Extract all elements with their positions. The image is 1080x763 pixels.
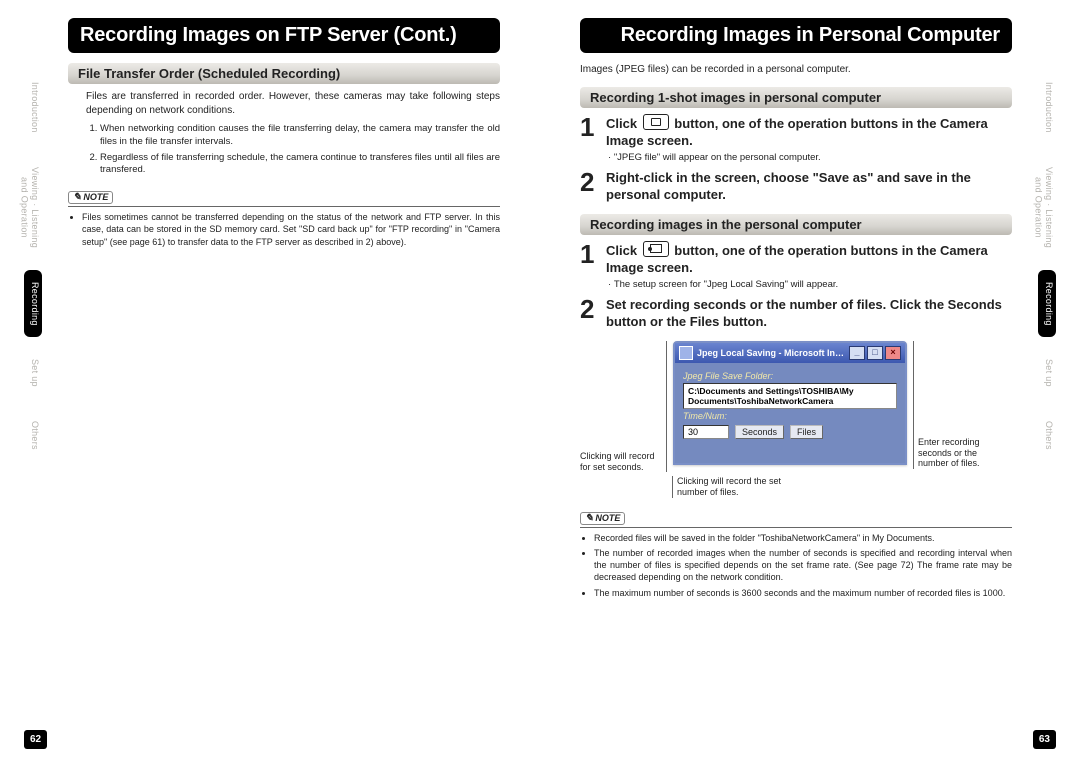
left-intro: Files are transferred in recorded order.…: [86, 90, 500, 117]
left-note-bullet: Files sometimes cannot be transferred de…: [82, 211, 500, 247]
note-block-left: NOTE Files sometimes cannot be transferr…: [68, 191, 500, 247]
tab-recording-r[interactable]: Recording: [1038, 270, 1056, 338]
tab-introduction[interactable]: Introduction: [24, 70, 42, 145]
record-icon: [643, 241, 669, 257]
stepA1-text-a: Click: [606, 116, 641, 131]
page-number-right: 63: [1033, 730, 1056, 749]
tab-others[interactable]: Others: [24, 409, 42, 462]
page-right: Introduction Viewing · Listeningand Oper…: [540, 0, 1080, 763]
side-tabs-right: Introduction Viewing · Listeningand Oper…: [1038, 70, 1056, 710]
stepB1: 1 Click button, one of the operation but…: [580, 241, 1012, 277]
right-note-3: The maximum number of seconds is 3600 se…: [594, 587, 1012, 599]
dialog-app-icon: [679, 346, 693, 360]
left-ordered-notes: When networking condition causes the fil…: [86, 123, 500, 177]
tab-recording[interactable]: Recording: [24, 270, 42, 338]
page-number-left: 62: [24, 730, 47, 749]
stepA1-sub: "JPEG file" will appear on the personal …: [608, 152, 1012, 163]
tab-viewing-r-line1: Viewing · Listening: [1044, 167, 1054, 248]
dialog-figure: Clicking will record for set seconds. Jp…: [580, 341, 1012, 473]
tab-viewing-line2: and Operation: [20, 177, 30, 238]
note-label-left: NOTE: [68, 191, 113, 204]
camera-icon: [643, 114, 669, 130]
note-block-right: NOTE Recorded files will be saved in the…: [580, 512, 1012, 599]
jpeg-local-saving-dialog: Jpeg Local Saving - Microsoft In… _ □ × …: [673, 341, 907, 465]
stepB2-num: 2: [580, 296, 606, 331]
tab-others-r[interactable]: Others: [1038, 409, 1056, 462]
left-note-2: Regardless of file transferring schedule…: [100, 152, 500, 178]
window-maximize-button[interactable]: □: [867, 346, 883, 360]
section-recording-pc: Recording images in the personal compute…: [580, 214, 1012, 235]
stepA1-body: Click button, one of the operation butto…: [606, 114, 1012, 150]
section-file-transfer-order: File Transfer Order (Scheduled Recording…: [68, 63, 500, 84]
right-note-1: Recorded files will be saved in the fold…: [594, 532, 1012, 544]
stepB1-body: Click button, one of the operation butto…: [606, 241, 1012, 277]
callout-left-seconds: Clicking will record for set seconds.: [580, 341, 667, 473]
dialog-seconds-button[interactable]: Seconds: [735, 425, 784, 439]
stepA2-num: 2: [580, 169, 606, 204]
dialog-titlebar: Jpeg Local Saving - Microsoft In… _ □ ×: [675, 343, 905, 363]
stepA2: 2 Right-click in the screen, choose "Sav…: [580, 169, 1012, 204]
chapter-title-right: Recording Images in Personal Computer: [580, 18, 1012, 53]
dialog-folder-label: Jpeg File Save Folder:: [683, 371, 897, 381]
stepB1-num: 1: [580, 241, 606, 277]
left-note-1: When networking condition causes the fil…: [100, 123, 500, 149]
stepA1-num: 1: [580, 114, 606, 150]
chapter-title-left: Recording Images on FTP Server (Cont.): [68, 18, 500, 53]
tab-introduction-r[interactable]: Introduction: [1038, 70, 1056, 145]
dialog-folder-path[interactable]: C:\Documents and Settings\TOSHIBA\My Doc…: [683, 383, 897, 409]
dialog-timenum-label: Time/Num:: [683, 411, 897, 421]
stepB1-sub: The setup screen for "Jpeg Local Saving"…: [608, 279, 1012, 290]
window-close-button[interactable]: ×: [885, 346, 901, 360]
stepB1-text-a: Click: [606, 243, 641, 258]
note-label-right: NOTE: [580, 512, 625, 525]
note-rule-left: [68, 206, 500, 207]
tab-viewing[interactable]: Viewing · Listeningand Operation: [24, 155, 42, 260]
dialog-files-button[interactable]: Files: [790, 425, 823, 439]
stepA2-body: Right-click in the screen, choose "Save …: [606, 169, 1012, 204]
note-rule-right: [580, 527, 1012, 528]
right-note-2: The number of recorded images when the n…: [594, 547, 1012, 583]
side-tabs-left: Introduction Viewing · Listeningand Oper…: [24, 70, 42, 710]
right-intro: Images (JPEG files) can be recorded in a…: [580, 63, 1012, 77]
dialog-title-text: Jpeg Local Saving - Microsoft In…: [697, 348, 849, 358]
tab-setup[interactable]: Set up: [24, 347, 42, 399]
tab-viewing-r[interactable]: Viewing · Listeningand Operation: [1038, 155, 1056, 260]
window-minimize-button[interactable]: _: [849, 346, 865, 360]
section-1shot: Recording 1-shot images in personal comp…: [580, 87, 1012, 108]
callout-right-enter: Enter recording seconds or the number of…: [913, 341, 1000, 469]
tab-setup-r[interactable]: Set up: [1038, 347, 1056, 399]
stepA1: 1 Click button, one of the operation but…: [580, 114, 1012, 150]
tab-viewing-r-line2: and Operation: [1034, 177, 1044, 238]
stepB2-body: Set recording seconds or the number of f…: [606, 296, 1012, 331]
dialog-timenum-input[interactable]: 30: [683, 425, 729, 439]
tab-viewing-line1: Viewing · Listening: [30, 167, 40, 248]
page-left: Introduction Viewing · Listeningand Oper…: [0, 0, 540, 763]
stepB2: 2 Set recording seconds or the number of…: [580, 296, 1012, 331]
callout-left-files: Clicking will record the set number of f…: [672, 476, 797, 498]
